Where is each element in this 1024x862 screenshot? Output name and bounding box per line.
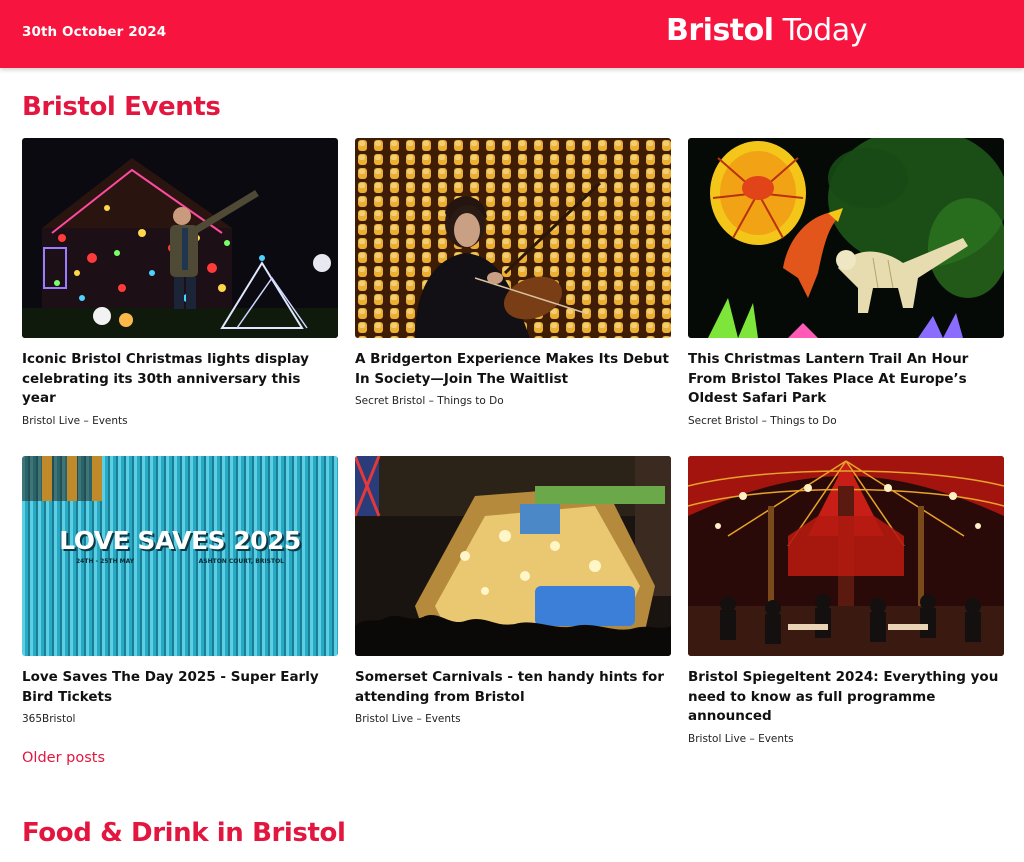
logo-light-text: Today — [773, 13, 868, 48]
event-source: Secret Bristol – Things to Do — [355, 395, 504, 407]
event-title[interactable]: A Bridgerton Experience Makes Its Debut … — [355, 350, 671, 389]
event-card: LOVE SAVES 2025 24TH - 25TH MAY ASHTON C… — [22, 456, 338, 726]
event-card: A Bridgerton Experience Makes Its Debut … — [355, 138, 671, 408]
event-source: Bristol Live – Events — [688, 732, 794, 745]
event-title[interactable]: Bristol Spiegeltent 2024: Everything you… — [688, 668, 1004, 727]
event-thumbnail-somerset-carnival[interactable] — [355, 456, 671, 656]
event-thumbnail-bridgerton[interactable] — [355, 138, 671, 338]
event-title[interactable]: Somerset Carnivals - ten handy hints for… — [355, 668, 671, 707]
site-header: 30th October 2024 Bristol Today — [0, 0, 1024, 68]
event-thumbnail-spiegeltent[interactable] — [688, 456, 1004, 656]
poster-dates: 24TH - 25TH MAY — [76, 558, 135, 565]
poster-venue: ASHTON COURT, BRISTOL — [198, 558, 284, 565]
site-logo[interactable]: Bristol Today — [666, 12, 867, 50]
event-card: Bristol Spiegeltent 2024: Everything you… — [688, 456, 1004, 746]
poster-text: LOVE SAVES 2025 24TH - 25TH MAY ASHTON C… — [22, 526, 338, 565]
poster-headline: LOVE SAVES 2025 — [59, 526, 301, 555]
event-card: This Christmas Lantern Trail An Hour Fro… — [688, 138, 1004, 428]
event-card: Iconic Bristol Christmas lights display … — [22, 138, 338, 428]
logo-bold-text: Bristol — [666, 13, 774, 48]
event-title[interactable]: Love Saves The Day 2025 - Super Early Bi… — [22, 668, 338, 707]
events-section-title: Bristol Events — [22, 92, 221, 122]
event-source: Bristol Live – Events — [355, 713, 461, 725]
event-thumbnail-love-saves-the-day[interactable]: LOVE SAVES 2025 24TH - 25TH MAY ASHTON C… — [22, 456, 338, 656]
event-thumbnail-christmas-lights[interactable] — [22, 138, 338, 338]
event-source: Secret Bristol – Things to Do — [688, 414, 837, 427]
event-source: Bristol Live – Events — [22, 414, 128, 427]
header-date: 30th October 2024 — [22, 24, 167, 40]
event-title[interactable]: Iconic Bristol Christmas lights display … — [22, 350, 338, 409]
event-thumbnail-lantern-trail[interactable] — [688, 138, 1004, 338]
event-card: Somerset Carnivals - ten handy hints for… — [355, 456, 671, 726]
event-source: 365Bristol — [22, 713, 76, 725]
older-posts-link[interactable]: Older posts — [22, 750, 105, 766]
food-drink-section-title: Food & Drink in Bristol — [22, 818, 346, 848]
event-title[interactable]: This Christmas Lantern Trail An Hour Fro… — [688, 350, 1004, 409]
